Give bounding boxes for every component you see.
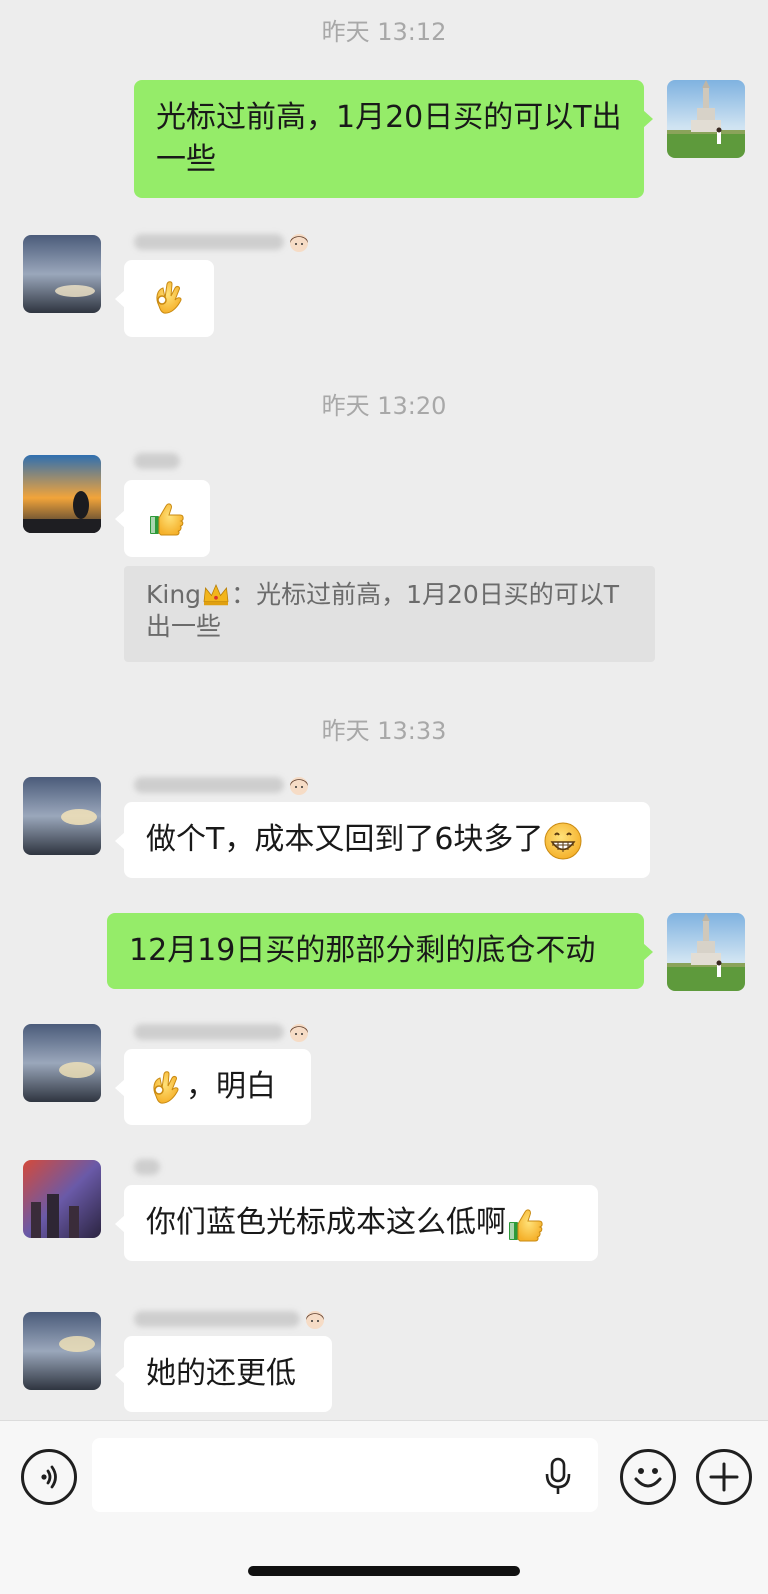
contact-avatar[interactable] bbox=[23, 455, 101, 533]
home-indicator bbox=[248, 1566, 520, 1576]
grinning-face-icon bbox=[543, 821, 583, 861]
incoming-message-bubble[interactable]: ，明白 bbox=[115, 1049, 311, 1125]
message-text: ，明白 bbox=[186, 1069, 276, 1104]
blurred-nickname bbox=[134, 234, 284, 250]
contact-avatar[interactable] bbox=[23, 1312, 101, 1390]
girl-face-icon bbox=[288, 774, 310, 796]
my-avatar[interactable] bbox=[667, 913, 745, 991]
avatar-photo bbox=[23, 1160, 101, 1238]
blurred-nickname bbox=[134, 1311, 300, 1327]
message-text: 做个T，成本又回到了6块多了 bbox=[146, 822, 544, 857]
emoji-icon bbox=[634, 1468, 662, 1488]
blurred-nickname bbox=[134, 1159, 160, 1175]
avatar-photo bbox=[23, 235, 101, 313]
message-text: 她的还更低 bbox=[146, 1356, 296, 1391]
message-text: 光标过前高，1月20日买的可以T出一些 bbox=[156, 100, 622, 177]
sender-nickname bbox=[134, 1021, 310, 1043]
contact-avatar[interactable] bbox=[23, 1024, 101, 1102]
incoming-message-bubble[interactable]: 她的还更低 bbox=[115, 1336, 332, 1412]
ok-hand-icon bbox=[146, 1068, 186, 1108]
incoming-message-bubble[interactable]: 做个T，成本又回到了6块多了 bbox=[115, 802, 650, 878]
incoming-message-bubble[interactable]: 你们蓝色光标成本这么低啊 bbox=[115, 1185, 598, 1261]
plus-button[interactable] bbox=[696, 1449, 752, 1505]
ok-hand-icon bbox=[149, 278, 189, 318]
sender-nickname bbox=[134, 1156, 160, 1178]
sender-nickname bbox=[134, 1308, 326, 1330]
quoted-message[interactable]: King ：光标过前高，1月20日买的可以T出一些 bbox=[124, 566, 655, 662]
contact-avatar[interactable] bbox=[23, 235, 101, 313]
avatar-photo bbox=[23, 1024, 101, 1102]
voice-button[interactable] bbox=[21, 1449, 77, 1505]
girl-face-icon bbox=[288, 1021, 310, 1043]
message-text: 12月19日买的那部分剩的底仓不动 bbox=[129, 933, 596, 968]
avatar-photo bbox=[667, 80, 745, 158]
timestamp: 昨天 13:20 bbox=[321, 392, 447, 420]
avatar-photo bbox=[23, 1312, 101, 1390]
voice-icon bbox=[41, 1465, 57, 1489]
sender-nickname bbox=[134, 774, 310, 796]
contact-avatar[interactable] bbox=[23, 1160, 101, 1238]
microphone-icon[interactable] bbox=[543, 1456, 573, 1496]
emoji-button[interactable] bbox=[620, 1449, 676, 1505]
my-avatar[interactable] bbox=[667, 80, 745, 158]
blurred-nickname bbox=[134, 453, 180, 469]
timestamp: 昨天 13:12 bbox=[321, 18, 447, 46]
thumbs-up-icon bbox=[147, 498, 187, 538]
blurred-nickname bbox=[134, 777, 284, 793]
face-icon bbox=[304, 1308, 326, 1330]
avatar-photo bbox=[23, 455, 101, 533]
incoming-message-bubble[interactable] bbox=[115, 260, 214, 337]
quote-author: King bbox=[146, 580, 202, 609]
plus-icon bbox=[709, 1462, 739, 1492]
incoming-message-bubble[interactable] bbox=[115, 480, 210, 557]
message-text: 你们蓝色光标成本这么低啊 bbox=[146, 1205, 506, 1240]
message-input[interactable] bbox=[92, 1438, 598, 1512]
avatar-photo bbox=[667, 913, 745, 991]
thumbs-up-icon bbox=[506, 1204, 546, 1244]
timestamp: 昨天 13:33 bbox=[321, 717, 447, 745]
sender-nickname bbox=[134, 450, 180, 472]
sender-nickname bbox=[134, 231, 310, 253]
blurred-nickname bbox=[134, 1024, 284, 1040]
outgoing-message-bubble[interactable]: 光标过前高，1月20日买的可以T出一些 bbox=[134, 80, 653, 198]
contact-avatar[interactable] bbox=[23, 777, 101, 855]
girl-face-icon bbox=[288, 231, 310, 253]
outgoing-message-bubble[interactable]: 12月19日买的那部分剩的底仓不动 bbox=[107, 913, 653, 989]
avatar-photo bbox=[23, 777, 101, 855]
crown-icon bbox=[201, 579, 231, 609]
